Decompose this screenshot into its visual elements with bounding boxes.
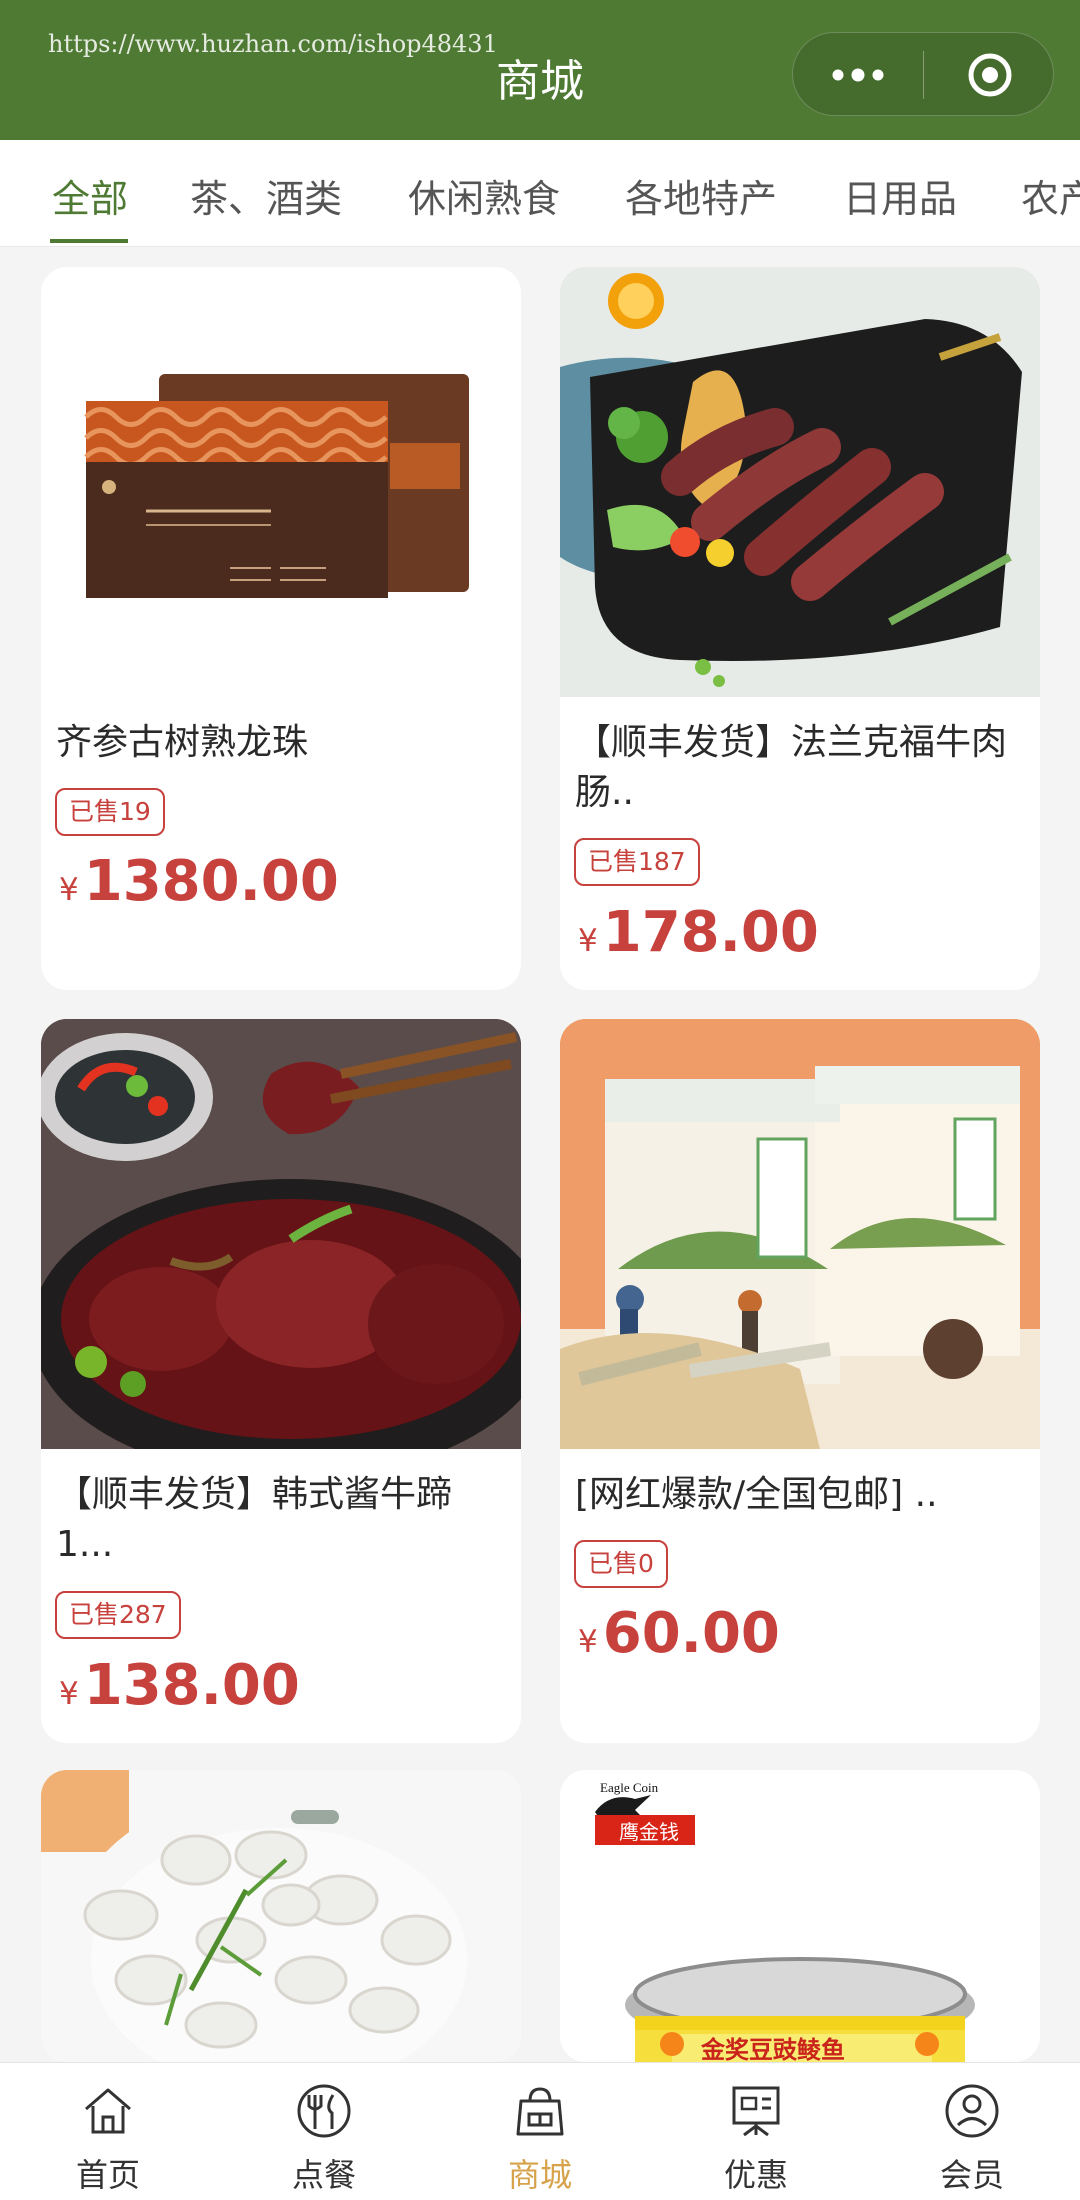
tab-snacks[interactable]: 休闲熟食 [408,168,560,224]
dining-icon [297,2084,351,2138]
product-card[interactable]: 齐参古树熟龙珠 已售19 ¥1380.00 [41,267,521,990]
top-header: https://www.huzhan.com/ishop48431 商城 [0,0,1080,140]
nav-shop[interactable]: 商城 [432,2063,648,2200]
price-value: 60.00 [602,1601,780,1666]
nav-label: 首页 [75,2156,140,2194]
product-title: 【顺丰发货】法兰克福牛肉肠.. [575,722,1008,813]
currency-symbol: ¥ [59,872,79,908]
product-title: [网红爆款/全国包邮] .. [575,1474,938,1515]
member-icon [945,2084,999,2138]
nav-label: 优惠 [723,2156,788,2194]
product-card[interactable]: 【顺丰发货】韩式酱牛蹄1... 已售287 ¥138.00 [41,1019,521,1743]
product-price: ¥60.00 [578,1601,780,1671]
can-label-text: 金奖豆豉鲮鱼 [700,2036,845,2062]
capsule-divider [923,51,924,99]
nav-home[interactable]: 首页 [0,2063,216,2200]
product-card[interactable]: [网红爆款/全国包邮] .. 已售0 ¥60.00 [560,1019,1040,1743]
nav-member[interactable]: 会员 [864,2063,1080,2200]
brand-name-chinese: 鹰金钱 [619,1820,679,1844]
braised-beef-hoof-image [41,1019,521,1449]
tab-all[interactable]: 全部 [52,168,128,224]
app-root: https://www.huzhan.com/ishop48431 商城 全部 … [0,0,1080,2200]
product-price: ¥1380.00 [59,849,339,919]
currency-symbol: ¥ [578,1624,598,1660]
canned-fish-image: Eagle Coin 鹰金钱 金奖豆豉鲮鱼 [560,1770,1040,2062]
currency-symbol: ¥ [59,1676,79,1712]
sold-count-badge: 已售19 [55,788,165,836]
tab-daily-goods[interactable]: 日用品 [843,168,957,224]
sold-count-badge: 已售287 [55,1591,181,1639]
nav-dining[interactable]: 点餐 [216,2063,432,2200]
nav-label: 点餐 [291,2156,356,2194]
price-value: 178.00 [602,900,819,965]
gift-box-image [41,267,521,697]
product-image [560,1019,1040,1449]
sold-count-badge: 已售187 [574,838,700,886]
product-card[interactable] [41,1770,521,2062]
sausages-image [560,267,1040,697]
category-tabs: 全部 茶、酒类 休闲熟食 各地特产 日用品 农产 [0,140,1080,247]
corn-gift-box-image [560,1019,1040,1449]
product-title: 【顺丰发货】韩式酱牛蹄1... [56,1474,453,1565]
active-tab-underline [50,239,128,243]
home-icon [85,2088,131,2134]
nav-offers[interactable]: 优惠 [648,2063,864,2200]
product-image [41,1019,521,1449]
product-image [41,267,521,697]
sold-count-badge: 已售0 [574,1540,668,1588]
dumplings-image [41,1770,521,2062]
more-options-icon[interactable] [831,68,885,82]
product-image [560,267,1040,697]
close-target-icon[interactable] [965,50,1015,100]
bottom-navigation: 首页 点餐 商城 优惠 会员 [0,2062,1080,2200]
product-card[interactable]: 【顺丰发货】法兰克福牛肉肠.. 已售187 ¥178.00 [560,267,1040,990]
product-price: ¥138.00 [59,1653,300,1723]
tab-local-specialty[interactable]: 各地特产 [625,168,777,224]
product-card[interactable]: Eagle Coin 鹰金钱 金奖豆豉鲮鱼 [560,1770,1040,2062]
tab-tea-wine[interactable]: 茶、酒类 [190,168,342,224]
price-value: 138.00 [83,1653,300,1718]
currency-symbol: ¥ [578,923,598,959]
nav-label: 商城 [507,2156,572,2194]
nav-label: 会员 [939,2156,1004,2194]
mini-program-capsule [792,32,1054,116]
product-title: 齐参古树熟龙珠 [56,722,309,763]
price-value: 1380.00 [83,849,339,914]
product-image [41,1770,521,2062]
tab-agricultural[interactable]: 农产 [1021,168,1080,224]
product-image: Eagle Coin 鹰金钱 金奖豆豉鲮鱼 [560,1770,1040,2062]
coupon-icon [732,2086,780,2137]
brand-name-latin: Eagle Coin [600,1780,659,1795]
product-price: ¥178.00 [578,900,819,970]
shop-bag-icon [516,2087,564,2136]
